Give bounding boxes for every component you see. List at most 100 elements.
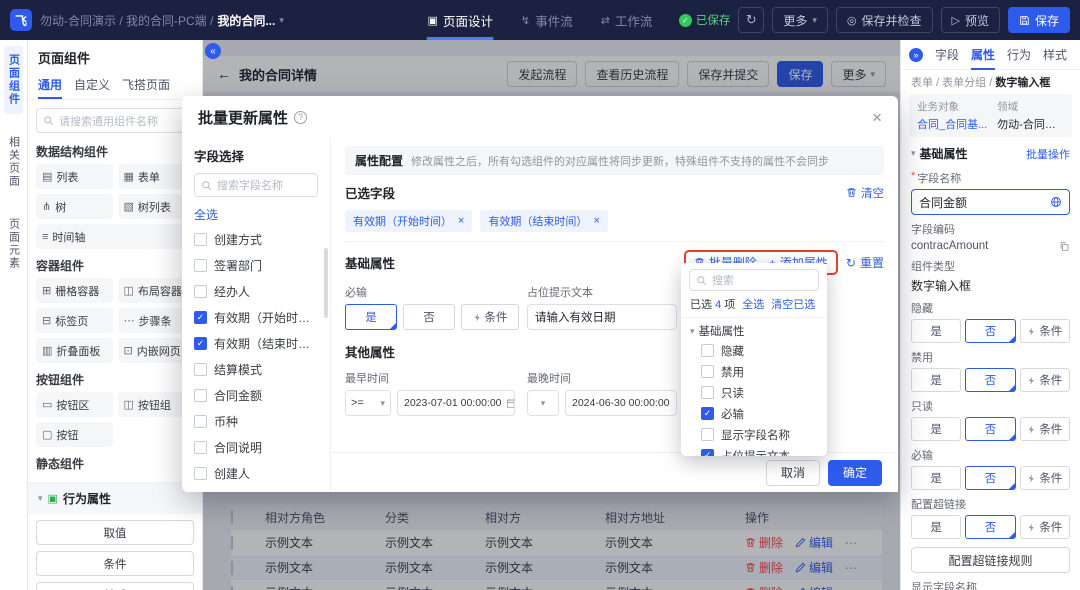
topbar-tab-1[interactable]: ↯事件流 bbox=[508, 0, 586, 40]
checkbox[interactable]: ✓ bbox=[194, 337, 207, 350]
field-name-input[interactable]: 合同金额 bbox=[911, 189, 1070, 215]
properties-tab-2[interactable]: 行为 bbox=[1007, 40, 1031, 70]
behavior-section-header[interactable]: ▾ ▣ 行为属性 bbox=[28, 482, 202, 514]
component-item-2-2[interactable]: ▢按钮 bbox=[36, 422, 113, 447]
checkbox[interactable] bbox=[701, 428, 714, 441]
checkbox[interactable] bbox=[701, 386, 714, 399]
behavior-item-1[interactable]: 条件 bbox=[36, 551, 194, 576]
remove-tag-icon[interactable]: × bbox=[593, 215, 599, 227]
component-item-1-4[interactable]: ▥折叠面板 bbox=[36, 338, 113, 363]
required-no-button[interactable]: 否 bbox=[403, 304, 455, 330]
dropdown-option-1[interactable]: 禁用 bbox=[681, 361, 827, 382]
field-item-4[interactable]: ✓有效期（结束时间） bbox=[194, 330, 318, 356]
dropdown-option-2[interactable]: 只读 bbox=[681, 382, 827, 403]
toggle-yes-button[interactable]: 是 bbox=[911, 319, 961, 343]
toggle-condition-button[interactable]: 条件 bbox=[1020, 515, 1070, 539]
preview-button[interactable]: ▷预览 bbox=[941, 7, 1000, 33]
earliest-op-select[interactable]: >=▾ bbox=[345, 390, 391, 416]
toggle-no-button[interactable]: 否 bbox=[965, 515, 1015, 539]
topbar-tab-0[interactable]: ▣页面设计 bbox=[415, 0, 506, 40]
earliest-date-input[interactable]: 2023-07-01 00:00:00 bbox=[397, 390, 515, 416]
reset-button[interactable]: ↻重置 bbox=[846, 254, 884, 271]
checkbox[interactable] bbox=[194, 233, 207, 246]
properties-tab-1[interactable]: 属性 bbox=[971, 40, 995, 70]
rail-item-0[interactable]: 页面组件 bbox=[4, 46, 22, 114]
more-button[interactable]: 更多▾ bbox=[772, 7, 828, 33]
properties-tab-3[interactable]: 样式 bbox=[1043, 40, 1067, 70]
dropdown-option-4[interactable]: 显示字段名称 bbox=[681, 424, 827, 445]
checkbox[interactable] bbox=[194, 467, 207, 480]
behavior-item-2[interactable]: 关系 bbox=[36, 582, 194, 590]
component-item-2-0[interactable]: ▭按钮区 bbox=[36, 392, 113, 417]
scrollbar[interactable] bbox=[324, 248, 328, 318]
properties-tab-0[interactable]: 字段 bbox=[935, 40, 959, 70]
checkbox[interactable] bbox=[701, 365, 714, 378]
latest-date-input[interactable]: 2024-06-30 00:00:00 bbox=[565, 390, 677, 416]
toggle-no-button[interactable]: 否 bbox=[965, 319, 1015, 343]
expand-panel-icon[interactable]: » bbox=[909, 48, 923, 62]
dropdown-option-3[interactable]: ✓必输 bbox=[681, 403, 827, 424]
cancel-button[interactable]: 取消 bbox=[766, 460, 820, 486]
dropdown-option-0[interactable]: 隐藏 bbox=[681, 340, 827, 361]
close-icon[interactable]: × bbox=[872, 109, 882, 126]
checkbox[interactable] bbox=[701, 344, 714, 357]
batch-operation-link[interactable]: 批量操作 bbox=[1026, 146, 1070, 162]
component-search-input[interactable]: 请搜索通用组件名称 bbox=[36, 108, 194, 133]
component-tab-0[interactable]: 通用 bbox=[38, 71, 62, 99]
field-item-6[interactable]: 合同金额 bbox=[194, 382, 318, 408]
component-item-0-4[interactable]: ≡时间轴 bbox=[36, 224, 194, 249]
field-item-9[interactable]: 创建人 bbox=[194, 460, 318, 486]
checkbox[interactable] bbox=[194, 441, 207, 454]
latest-op-select[interactable]: ▾ bbox=[527, 390, 559, 416]
toggle-yes-button[interactable]: 是 bbox=[911, 417, 961, 441]
toggle-yes-button[interactable]: 是 bbox=[911, 466, 961, 490]
checkbox[interactable]: ✓ bbox=[701, 449, 714, 456]
chevron-down-icon[interactable]: ▾ bbox=[911, 148, 916, 159]
component-item-1-0[interactable]: ⊞栅格容器 bbox=[36, 278, 113, 303]
component-item-0-2[interactable]: ⋔树 bbox=[36, 194, 113, 219]
field-item-7[interactable]: 币种 bbox=[194, 408, 318, 434]
field-item-5[interactable]: 结算模式 bbox=[194, 356, 318, 382]
required-yes-button[interactable]: 是 bbox=[345, 304, 397, 330]
rail-item-1[interactable]: 相关页面 bbox=[4, 128, 22, 196]
checkbox[interactable] bbox=[194, 389, 207, 402]
checkbox[interactable] bbox=[194, 259, 207, 272]
app-logo[interactable]: 飞 bbox=[10, 9, 32, 31]
field-item-1[interactable]: 签署部门 bbox=[194, 252, 318, 278]
component-tab-2[interactable]: 飞搭页面 bbox=[122, 71, 170, 99]
copy-icon[interactable] bbox=[1059, 241, 1070, 252]
toggle-yes-button[interactable]: 是 bbox=[911, 368, 961, 392]
toggle-condition-button[interactable]: 条件 bbox=[1020, 319, 1070, 343]
breadcrumb-current[interactable]: 我的合同... bbox=[217, 12, 275, 29]
toggle-no-button[interactable]: 否 bbox=[965, 417, 1015, 441]
component-tab-1[interactable]: 自定义 bbox=[74, 71, 110, 99]
checkbox[interactable]: ✓ bbox=[194, 311, 207, 324]
field-item-0[interactable]: 创建方式 bbox=[194, 226, 318, 252]
toggle-no-button[interactable]: 否 bbox=[965, 368, 1015, 392]
save-check-button[interactable]: ◎保存并检查 bbox=[836, 7, 933, 33]
hyperlink-rule-button[interactable]: 配置超链接规则 bbox=[911, 547, 1070, 573]
required-condition-button[interactable]: 条件 bbox=[461, 304, 519, 330]
dropdown-group-header[interactable]: ▾ 基础属性 bbox=[681, 318, 827, 340]
globe-icon[interactable] bbox=[1050, 196, 1062, 208]
topbar-tab-2[interactable]: ⇄工作流 bbox=[588, 0, 666, 40]
select-all-link[interactable]: 全选 bbox=[194, 197, 318, 226]
clear-selected-button[interactable]: 清空 bbox=[846, 185, 884, 201]
toggle-condition-button[interactable]: 条件 bbox=[1020, 466, 1070, 490]
behavior-item-0[interactable]: 取值 bbox=[36, 520, 194, 545]
save-button[interactable]: 保存 bbox=[1008, 7, 1070, 33]
checkbox[interactable] bbox=[194, 363, 207, 376]
toggle-condition-button[interactable]: 条件 bbox=[1020, 417, 1070, 441]
field-item-8[interactable]: 合同说明 bbox=[194, 434, 318, 460]
dropdown-option-5[interactable]: ✓占位提示文本 bbox=[681, 445, 827, 456]
refresh-button[interactable]: ↻ bbox=[738, 7, 764, 33]
toggle-yes-button[interactable]: 是 bbox=[911, 515, 961, 539]
dropdown-clear-selected[interactable]: 清空已选 bbox=[771, 296, 815, 312]
checkbox[interactable] bbox=[194, 415, 207, 428]
dropdown-search-input[interactable]: 搜索 bbox=[689, 269, 819, 291]
component-item-0-0[interactable]: ▤列表 bbox=[36, 164, 113, 189]
chevron-down-icon[interactable]: ▾ bbox=[279, 15, 284, 26]
field-item-2[interactable]: 经办人 bbox=[194, 278, 318, 304]
remove-tag-icon[interactable]: × bbox=[458, 215, 464, 227]
component-item-1-2[interactable]: ⊟标签页 bbox=[36, 308, 113, 333]
